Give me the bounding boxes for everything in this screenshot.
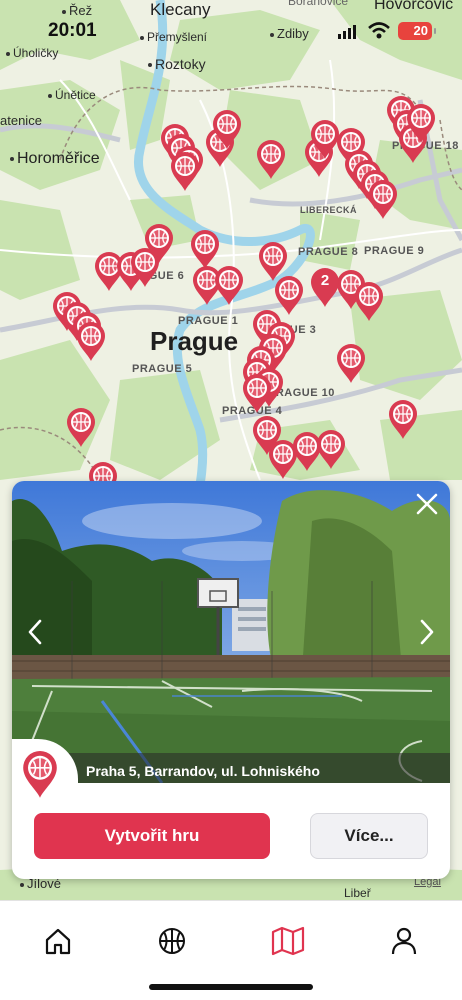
court-pin[interactable]	[66, 408, 96, 448]
court-photo-image	[12, 481, 450, 783]
court-pin[interactable]	[256, 140, 286, 180]
court-pin[interactable]	[388, 400, 418, 440]
tab-map[interactable]	[268, 921, 308, 961]
tab-profile[interactable]	[384, 921, 424, 961]
map-label-atenice: atenice	[0, 113, 42, 128]
map-label-prague9: PRAGUE 9	[364, 245, 425, 257]
court-photo[interactable]	[12, 481, 450, 783]
map-label-liberecka: LIBERECKÁ	[300, 205, 358, 215]
court-pin[interactable]	[242, 374, 272, 414]
map-label-libor: Libeř	[344, 886, 371, 900]
court-pin[interactable]	[214, 266, 244, 306]
tab-games[interactable]	[152, 921, 192, 961]
create-game-button[interactable]: Vytvořit hru	[34, 813, 270, 859]
status-bar: 20:01 20	[0, 0, 462, 50]
court-pin[interactable]	[76, 322, 106, 362]
map-label-roztoky: Roztoky	[148, 56, 206, 72]
wifi-icon	[368, 22, 390, 39]
cluster-count: 2	[320, 272, 330, 289]
court-pin[interactable]	[130, 248, 160, 288]
map-label-unetice: Únětice	[48, 88, 96, 102]
person-icon	[391, 927, 417, 955]
court-cluster-pin[interactable]: 2	[310, 268, 340, 308]
map-label-prague5: PRAGUE 5	[132, 363, 193, 375]
close-icon[interactable]	[412, 489, 442, 519]
chevron-left-icon[interactable]	[24, 617, 48, 647]
court-pin[interactable]	[406, 104, 436, 144]
court-pin[interactable]	[212, 110, 242, 150]
status-time: 20:01	[48, 20, 97, 41]
map-label-prague8: PRAGUE 8	[298, 246, 359, 258]
court-pin[interactable]	[190, 230, 220, 270]
court-pin[interactable]	[170, 152, 200, 192]
court-pin[interactable]	[316, 430, 346, 470]
court-pin[interactable]	[336, 344, 366, 384]
chevron-right-icon[interactable]	[414, 617, 438, 647]
court-pin[interactable]	[354, 282, 384, 322]
more-button[interactable]: Více...	[310, 813, 428, 859]
basketball-icon	[159, 928, 185, 954]
home-icon	[45, 928, 71, 955]
court-pin[interactable]	[368, 180, 398, 220]
home-indicator	[149, 984, 313, 990]
map-icon	[271, 926, 305, 956]
basketball-pin-icon	[23, 751, 57, 798]
court-address: Praha 5, Barrandov, ul. Lohniského	[86, 763, 320, 779]
signal-icon	[338, 25, 356, 39]
map-label-horomerice: Horoměřice	[10, 150, 100, 168]
battery-indicator: 20	[398, 22, 436, 40]
court-card: Praha 5, Barrandov, ul. Lohniského Vytvo…	[12, 481, 450, 879]
map-label-prague: Prague	[150, 326, 239, 356]
tab-home[interactable]	[38, 921, 78, 961]
